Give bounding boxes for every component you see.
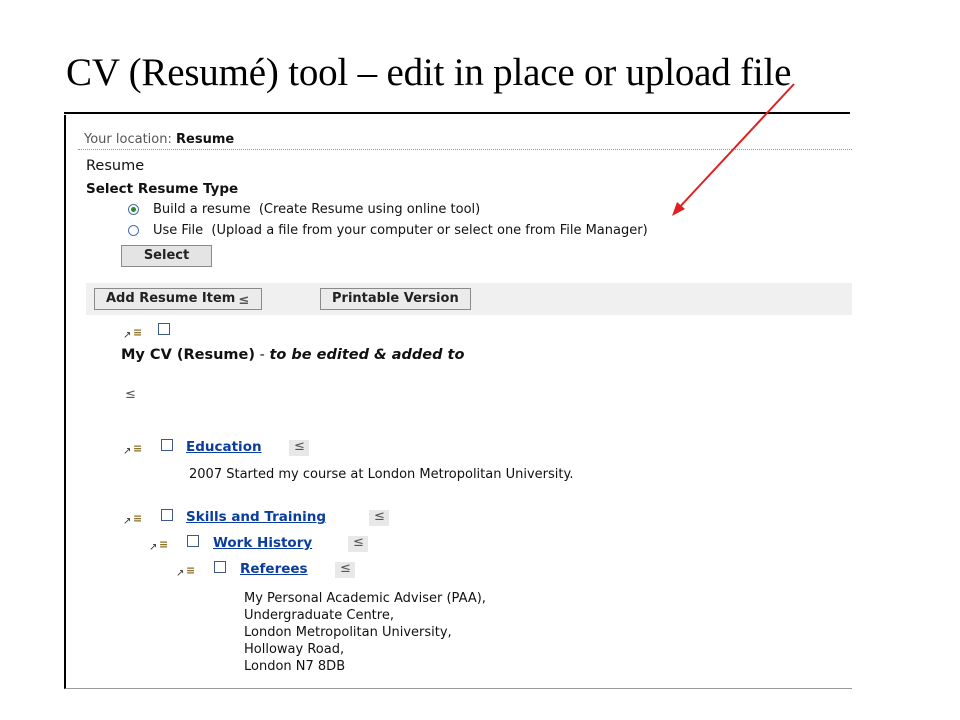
arrow-shaft xyxy=(675,83,795,212)
annotation-arrow xyxy=(672,83,795,216)
